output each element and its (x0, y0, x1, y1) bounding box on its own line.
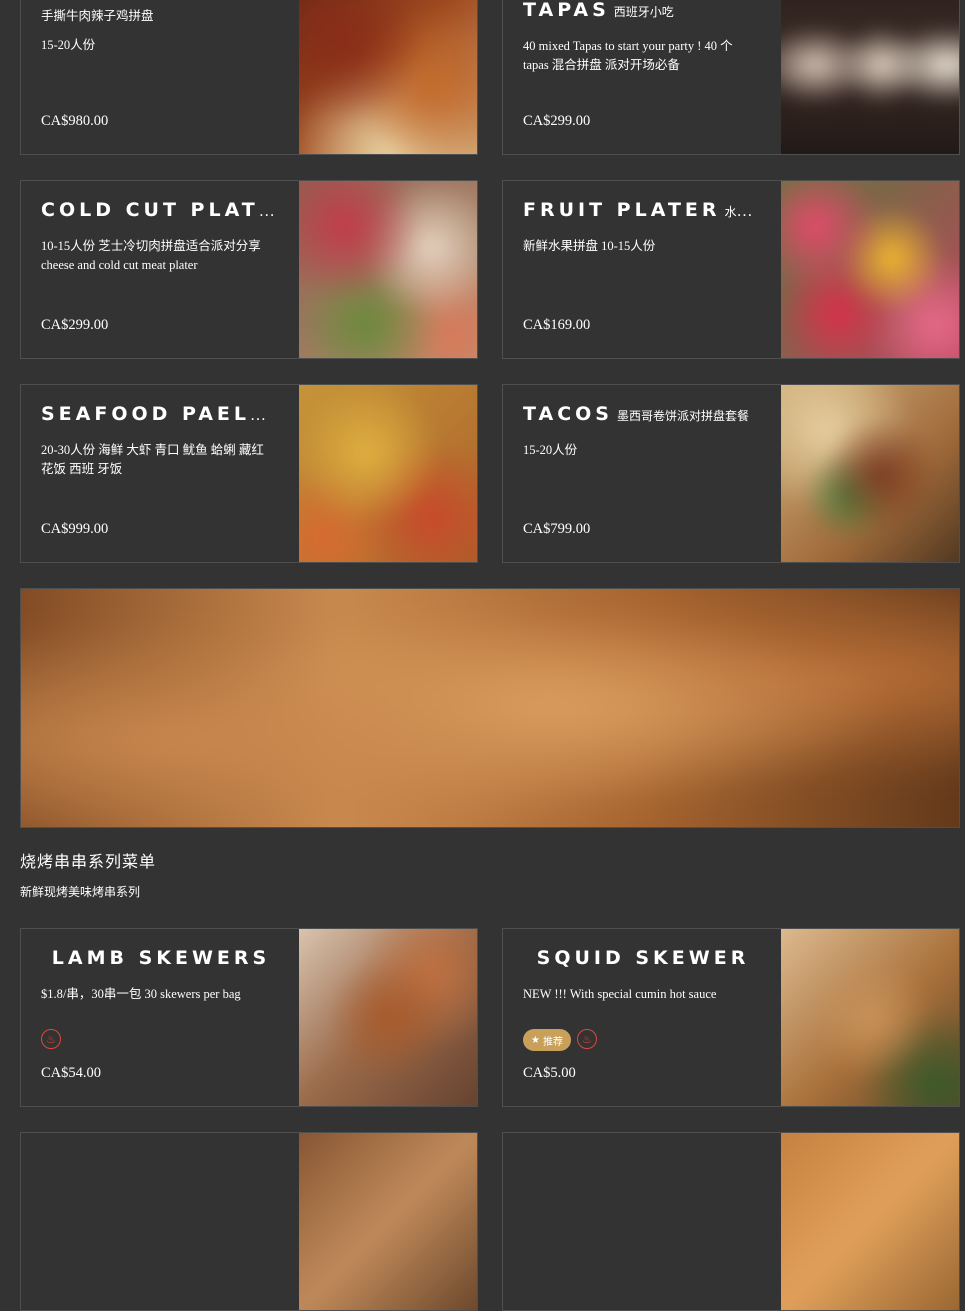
chef-recommended-label: 推荐 (542, 1036, 563, 1048)
menu-item-price: CA$299.00 (41, 317, 109, 333)
menu-item-price: CA$999.00 (41, 521, 109, 537)
menu-item-title: Lamb Skewers (51, 947, 271, 969)
menu-item-description: 手撕牛肉辣子鸡拼盘 15-20人份 (41, 7, 273, 55)
menu-item-text: 手撕牛肉辣子鸡拼盘 15-20人份 CA$980.00 (41, 0, 281, 154)
menu-item-text: Tapas 西班牙小吃 40 mixed Tapas to start your … (523, 0, 763, 154)
menu-item-text: Seafood Paella 20-30人份 海鲜 大虾 青口 鱿鱼 蛤蜊 藏红… (41, 385, 281, 562)
menu-item-description: 新鲜水果拼盘 10-15人份 (523, 239, 656, 253)
menu-item-description-line: 15-20人份 (41, 38, 96, 52)
menu-item-title-row: Tapas 西班牙小吃 (523, 0, 763, 21)
menu-item-title-cn: 水果拼盘 (724, 205, 763, 219)
menu-item-text: Lamb Skewers $1.8/串，30串一包 30 skewers per… (41, 929, 281, 1106)
chili-pepper-icon: ♨ (576, 1029, 597, 1049)
menu-item-title: Squid Skewer (536, 947, 750, 969)
menu-item-badges: ♨ (41, 1029, 61, 1049)
chef-recommended-badge: ★ 推荐 (523, 1029, 571, 1051)
menu-item-title: Tapas (523, 0, 610, 21)
menu-item-description: 40 mixed Tapas to start your party ! 40 … (523, 39, 733, 72)
menu-item-card[interactable]: Tapas 西班牙小吃 40 mixed Tapas to start your … (502, 0, 960, 155)
menu-item-badges: ★ 推荐 ♨ (523, 1029, 597, 1051)
menu-item-title: Seafood Paella (41, 403, 281, 425)
menu-item-text: Cold Cut Plater 10-15人份 芝士冷切肉拼盘适合派对分享 ch… (41, 181, 281, 358)
menu-item-card[interactable]: Squid Skewer NEW !!! With special cumin … (502, 928, 960, 1107)
chili-pepper-icon: ♨ (41, 1029, 61, 1049)
menu-item-card[interactable] (502, 1132, 960, 1311)
section-title: 烧烤串串系列菜单 (20, 852, 157, 871)
fruit-photo[interactable] (781, 181, 959, 358)
menu-item-title-cn: 西班牙小吃 (613, 5, 674, 19)
menu-item-price: CA$299.00 (523, 113, 591, 129)
menu-item-title: Tacos (523, 403, 613, 425)
platter-food-photo[interactable] (299, 0, 477, 154)
menu-item-card[interactable]: Cold Cut Plater 10-15人份 芝士冷切肉拼盘适合派对分享 ch… (20, 180, 478, 359)
menu-item-title-row: Squid Skewer (523, 947, 763, 969)
lamb-skewer-photo[interactable] (299, 929, 477, 1106)
menu-item-title-row: Fruit Plater水果拼盘 (523, 199, 763, 221)
menu-item-card[interactable]: 手撕牛肉辣子鸡拼盘 15-20人份 CA$980.00 (20, 0, 478, 155)
menu-item-price: CA$799.00 (523, 521, 591, 537)
section-subtitle: 新鲜现烤美味烤串系列 (20, 885, 141, 899)
menu-item-card[interactable]: Lamb Skewers $1.8/串，30串一包 30 skewers per… (20, 928, 478, 1107)
menu-item-card[interactable]: Tacos 墨西哥卷饼派对拼盘套餐 15-20人份 CA$799.00 (502, 384, 960, 563)
cold-cut-photo[interactable] (299, 181, 477, 358)
menu-item-description: $1.8/串，30串一包 30 skewers per bag (41, 987, 241, 1001)
menu-item-title-cn: 墨西哥卷饼派对拼盘套餐 (616, 409, 749, 423)
menu-item-card[interactable]: Seafood Paella 20-30人份 海鲜 大虾 青口 鱿鱼 蛤蜊 藏红… (20, 384, 478, 563)
menu-item-price: CA$980.00 (41, 113, 109, 129)
menu-item-description-line: 手撕牛肉辣子鸡拼盘 (41, 9, 154, 23)
menu-item-photo[interactable] (299, 1133, 477, 1310)
star-icon: ★ (531, 1034, 540, 1046)
paella-photo[interactable] (299, 385, 477, 562)
section-banner-image (20, 588, 960, 828)
menu-item-card[interactable] (20, 1132, 478, 1311)
menu-item-photo[interactable] (781, 1133, 959, 1310)
menu-item-description: NEW !!! With special cumin hot sauce (523, 987, 717, 1001)
menu-item-title-row: Seafood Paella (41, 403, 281, 425)
menu-item-title: Fruit Plater (523, 199, 721, 221)
menu-item-title-row: Lamb Skewers (41, 947, 281, 969)
tacos-photo[interactable] (781, 385, 959, 562)
menu-item-description: 20-30人份 海鲜 大虾 青口 鱿鱼 蛤蜊 藏红 花饭 西班 牙饭 (41, 443, 264, 476)
squid-photo[interactable] (781, 929, 959, 1106)
menu-item-text: Squid Skewer NEW !!! With special cumin … (523, 929, 763, 1106)
menu-item-title-row: Cold Cut Plater (41, 199, 281, 221)
menu-item-price: CA$169.00 (523, 317, 591, 333)
menu-item-price: CA$54.00 (41, 1065, 102, 1081)
menu-item-card[interactable]: Fruit Plater水果拼盘 新鲜水果拼盘 10-15人份 CA$169.0… (502, 180, 960, 359)
menu-item-title-row: Tacos 墨西哥卷饼派对拼盘套餐 (523, 403, 763, 425)
tapas-food-photo[interactable] (781, 0, 959, 154)
menu-item-text: Tacos 墨西哥卷饼派对拼盘套餐 15-20人份 CA$799.00 (523, 385, 763, 562)
menu-item-description: 15-20人份 (523, 443, 578, 457)
menu-item-text: Fruit Plater水果拼盘 新鲜水果拼盘 10-15人份 CA$169.0… (523, 181, 763, 358)
menu-item-description: 10-15人份 芝士冷切肉拼盘适合派对分享 cheese and cold cu… (41, 239, 261, 272)
menu-item-price: CA$5.00 (523, 1065, 576, 1081)
menu-item-title: Cold Cut Plater (41, 199, 281, 221)
